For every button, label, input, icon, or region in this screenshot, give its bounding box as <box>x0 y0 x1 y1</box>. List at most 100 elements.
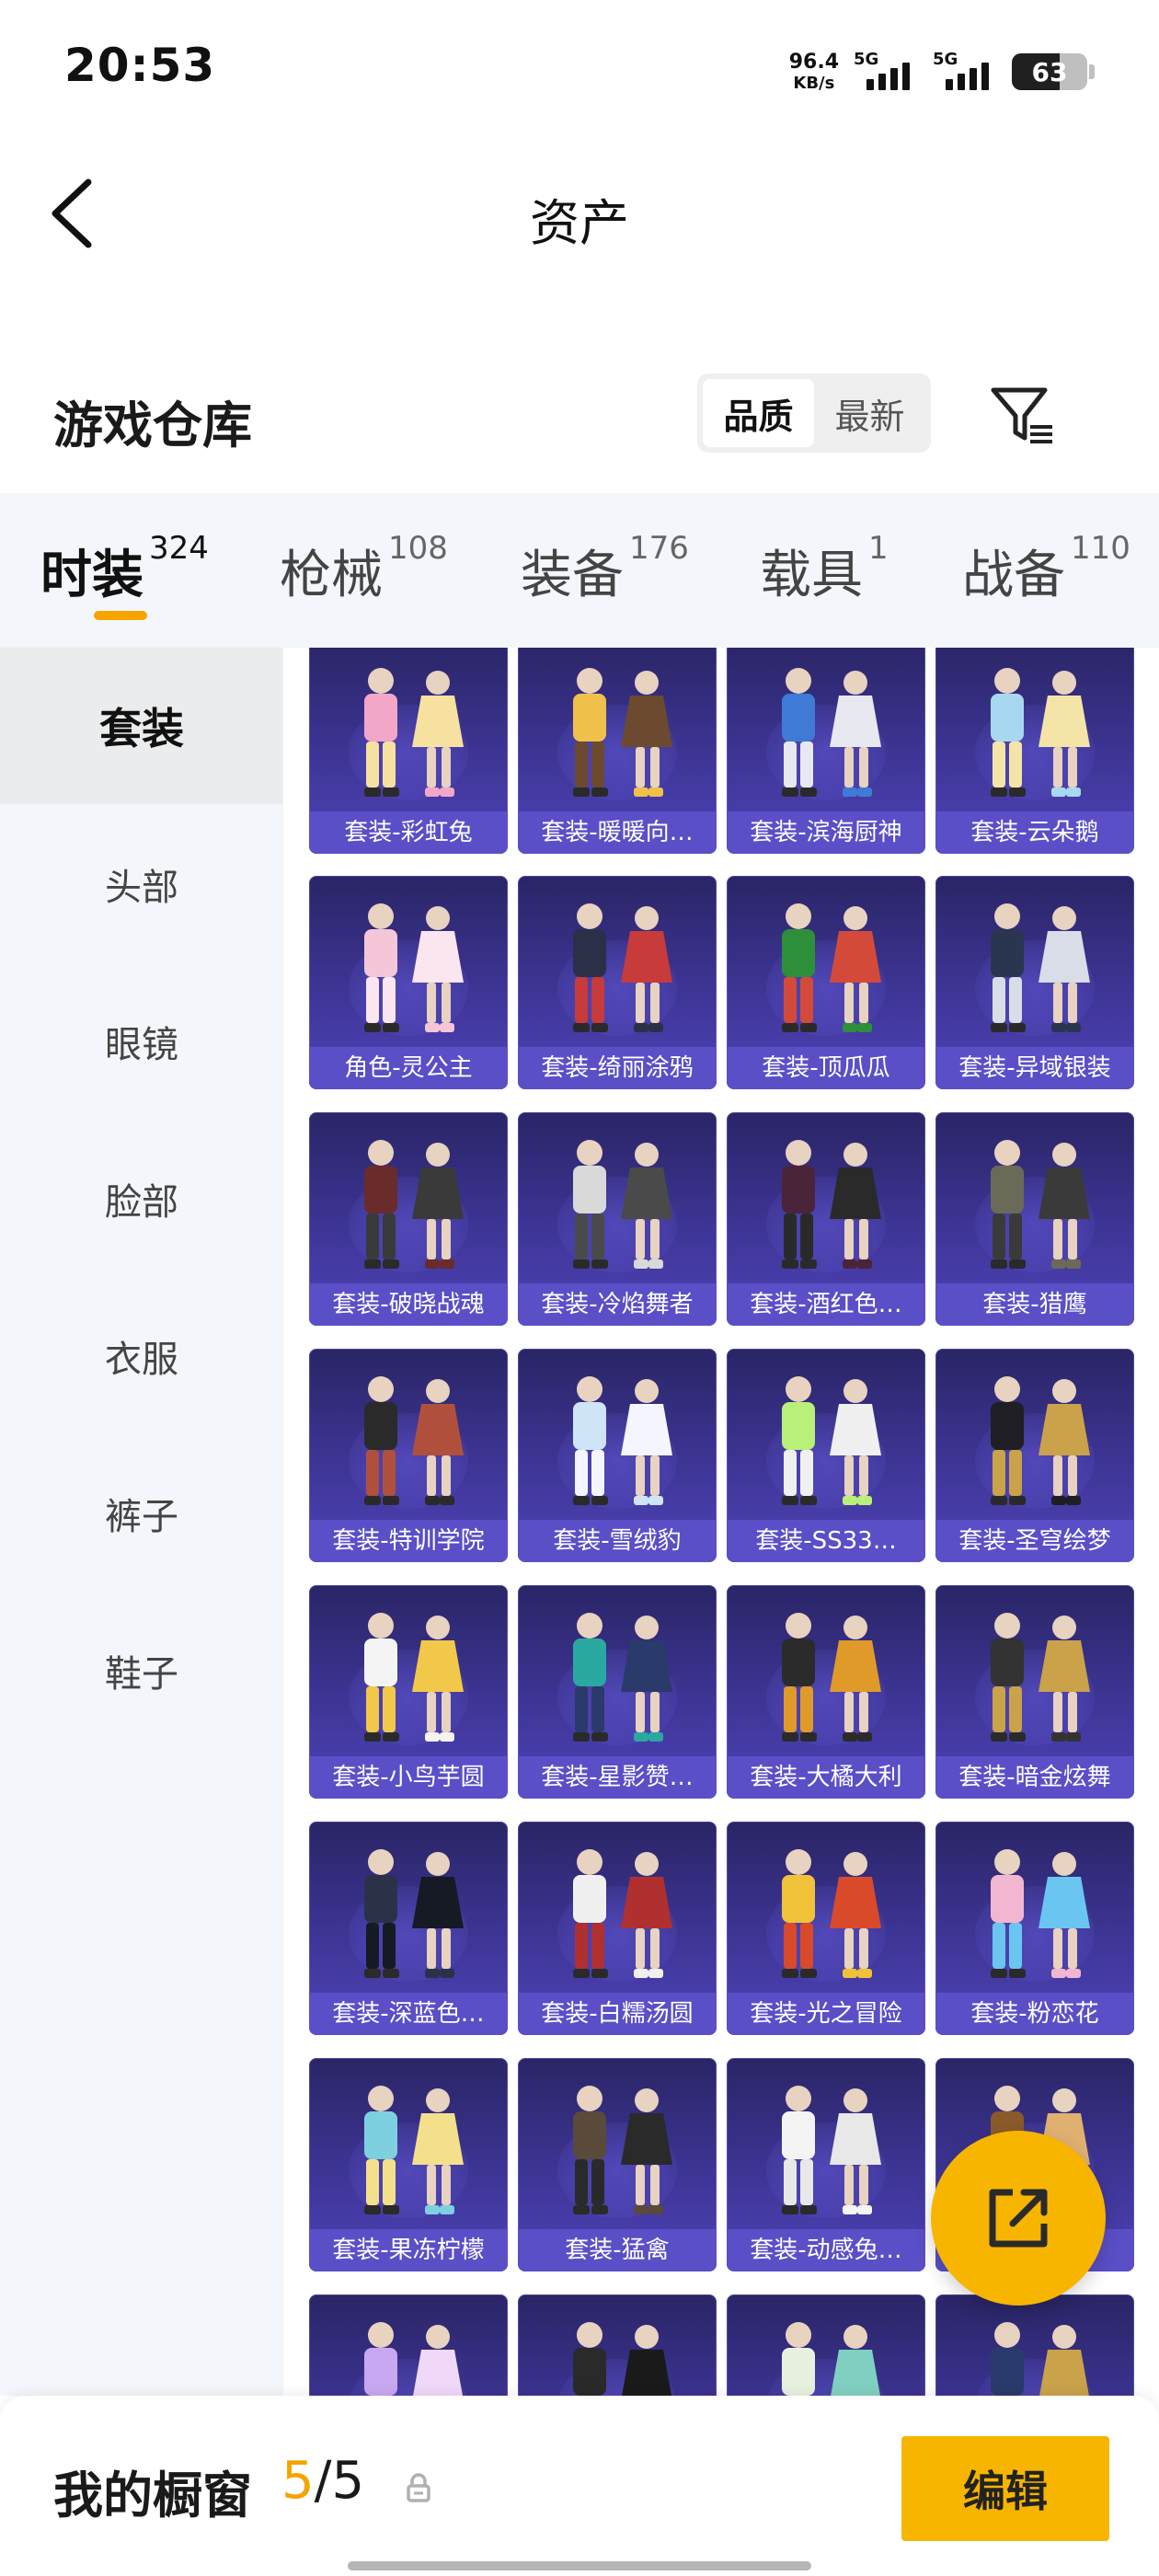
status-time: 20:53 <box>64 39 216 92</box>
item-card[interactable]: 套装-酒红色… <box>727 1112 925 1326</box>
tab-label: 战备 <box>962 546 1065 605</box>
item-card[interactable]: 套装-猎鹰 <box>935 1112 1134 1326</box>
outfit-thumbnail-icon <box>991 668 1090 797</box>
battery-level: 63 <box>1031 57 1068 87</box>
sort-option-quality[interactable]: 品质 <box>703 379 814 447</box>
item-card-label: 套装-猛禽 <box>518 2229 717 2271</box>
outfit-thumbnail-icon <box>364 2322 463 2396</box>
item-card[interactable]: 套装-SS33… <box>727 1349 925 1562</box>
item-card[interactable]: 套装-暗金炫舞 <box>935 1585 1134 1799</box>
item-card[interactable]: 套装-圣穹绘梦 <box>935 1349 1134 1562</box>
outfit-thumbnail-icon <box>782 668 881 797</box>
outfit-thumbnail-icon <box>991 2322 1089 2396</box>
item-card[interactable]: 套装-动感兔… <box>727 2058 925 2271</box>
item-card-label: 套装-暖暖向… <box>518 811 717 854</box>
subcategory-sidebar: 套装 头部 眼镜 脸部 衣服 裤子 鞋子 <box>0 648 283 2396</box>
tab-combat-gear[interactable]: 战备 110 <box>962 530 1130 608</box>
sidebar-item-shoes[interactable]: 鞋子 <box>0 1593 283 1749</box>
outfit-thumbnail-icon <box>573 1849 672 1978</box>
item-card[interactable]: 套装-冷焰舞者 <box>518 1112 717 1326</box>
outfit-thumbnail-icon <box>573 668 672 797</box>
outfit-thumbnail-icon <box>573 2086 672 2214</box>
item-card[interactable]: 套装-深蓝色… <box>309 1822 508 2035</box>
outfit-thumbnail-icon <box>364 2086 464 2214</box>
item-card[interactable]: 套装-顶瓜瓜 <box>727 876 925 1089</box>
outfit-thumbnail-icon <box>782 1613 881 1742</box>
home-indicator <box>348 2561 811 2570</box>
item-card-label: 套装-彩虹兔 <box>309 811 508 854</box>
sidebar-item-glasses[interactable]: 眼镜 <box>0 963 283 1120</box>
outfit-thumbnail-icon <box>573 1140 672 1269</box>
item-card[interactable] <box>309 2294 508 2396</box>
item-card[interactable]: 套装-破晓战魂 <box>309 1112 508 1326</box>
sidebar-item-head[interactable]: 头部 <box>0 806 283 962</box>
item-card[interactable]: 套装-白糯汤圆 <box>518 1822 717 2035</box>
sidebar-item-suit[interactable]: 套装 <box>0 648 283 804</box>
item-card[interactable]: 套装-星影赞… <box>518 1585 717 1799</box>
tab-label: 装备 <box>521 546 624 605</box>
item-card-label: 套装-圣穹绘梦 <box>935 1520 1134 1562</box>
tab-fashion[interactable]: 时装 324 <box>40 530 209 608</box>
item-card-label: 套装-顶瓜瓜 <box>727 1047 925 1089</box>
item-card[interactable] <box>518 2294 717 2396</box>
outfit-thumbnail-icon <box>573 2322 671 2396</box>
sidebar-item-pants[interactable]: 裤子 <box>0 1435 283 1592</box>
tab-vehicles[interactable]: 载具 1 <box>760 530 889 608</box>
item-card-label: 角色-灵公主 <box>309 1047 508 1089</box>
item-card-label: 套装-果冻柠檬 <box>309 2229 508 2271</box>
item-card[interactable]: 套装-异域银装 <box>935 876 1134 1089</box>
tab-label: 枪械 <box>280 546 383 605</box>
item-card[interactable]: 套装-光之冒险 <box>727 1822 925 2035</box>
item-card[interactable]: 套装-粉恋花 <box>935 1822 1134 2035</box>
outfit-thumbnail-icon <box>782 1849 881 1978</box>
outfit-thumbnail-icon <box>364 1376 464 1505</box>
filter-button[interactable] <box>984 377 1061 454</box>
showcase-title: 我的橱窗 <box>53 2467 252 2524</box>
sort-toggle: 品质 最新 <box>697 374 931 453</box>
outfit-thumbnail-icon <box>782 1140 881 1269</box>
item-card-label: 套装-猎鹰 <box>935 1283 1134 1326</box>
outfit-thumbnail-icon <box>573 903 672 1032</box>
item-card-label: 套装-绮丽涂鸦 <box>518 1047 717 1089</box>
sidebar-item-face[interactable]: 脸部 <box>0 1121 283 1277</box>
item-card-label: 套装-滨海厨神 <box>727 811 925 854</box>
item-card[interactable]: 套装-云朵鹅 <box>935 648 1134 854</box>
lock-icon <box>407 2473 430 2502</box>
item-card-label: 套装-动感兔… <box>727 2229 925 2271</box>
outfit-thumbnail-icon <box>364 1140 464 1269</box>
signal-icon: 5G <box>933 50 997 94</box>
item-card[interactable]: 套装-彩虹兔 <box>309 648 508 854</box>
item-card[interactable]: 套装-滨海厨神 <box>727 648 925 854</box>
outfit-thumbnail-icon <box>364 1849 464 1978</box>
outfit-thumbnail-icon <box>364 1613 464 1742</box>
item-card[interactable]: 套装-特训学院 <box>309 1349 508 1562</box>
outfit-thumbnail-icon <box>364 668 464 797</box>
outfit-thumbnail-icon <box>991 903 1090 1032</box>
showcase-max: 5 <box>331 2451 365 2511</box>
item-card[interactable]: 角色-灵公主 <box>309 876 508 1089</box>
item-card[interactable]: 套装-猛禽 <box>518 2058 717 2271</box>
edit-button[interactable]: 编辑 <box>901 2436 1109 2541</box>
item-card[interactable]: 套装-雪绒豹 <box>518 1349 717 1562</box>
share-button[interactable] <box>931 2131 1106 2306</box>
item-card[interactable]: 套装-果冻柠檬 <box>309 2058 508 2271</box>
tab-guns[interactable]: 枪械 108 <box>280 530 448 608</box>
item-card[interactable] <box>935 2294 1134 2396</box>
net-speed-value: 96.4 <box>788 50 839 74</box>
sidebar-item-clothes[interactable]: 衣服 <box>0 1278 283 1434</box>
item-card-label: 套装-星影赞… <box>518 1756 717 1799</box>
item-card[interactable]: 套装-绮丽涂鸦 <box>518 876 717 1089</box>
item-card-label: 套装-冷焰舞者 <box>518 1283 717 1326</box>
sort-option-newest[interactable]: 最新 <box>814 379 925 447</box>
item-card[interactable]: 套装-小鸟芋圆 <box>309 1585 508 1799</box>
warehouse-title: 游戏仓库 <box>53 397 252 454</box>
item-card-label: 套装-特训学院 <box>309 1520 508 1562</box>
item-card[interactable]: 套装-大橘大利 <box>727 1585 925 1799</box>
outfit-thumbnail-icon <box>573 1376 672 1505</box>
net-speed-unit: KB/s <box>793 73 835 93</box>
tab-equipment[interactable]: 装备 176 <box>521 530 689 608</box>
app-screen: 20:53 96.4 KB/s 5G 5G 63 资产 游戏仓库 品质 最新 时… <box>0 0 1159 2576</box>
outfit-thumbnail-icon <box>991 1376 1090 1505</box>
item-card[interactable]: 套装-暖暖向… <box>518 648 717 854</box>
item-card[interactable] <box>727 2294 925 2396</box>
